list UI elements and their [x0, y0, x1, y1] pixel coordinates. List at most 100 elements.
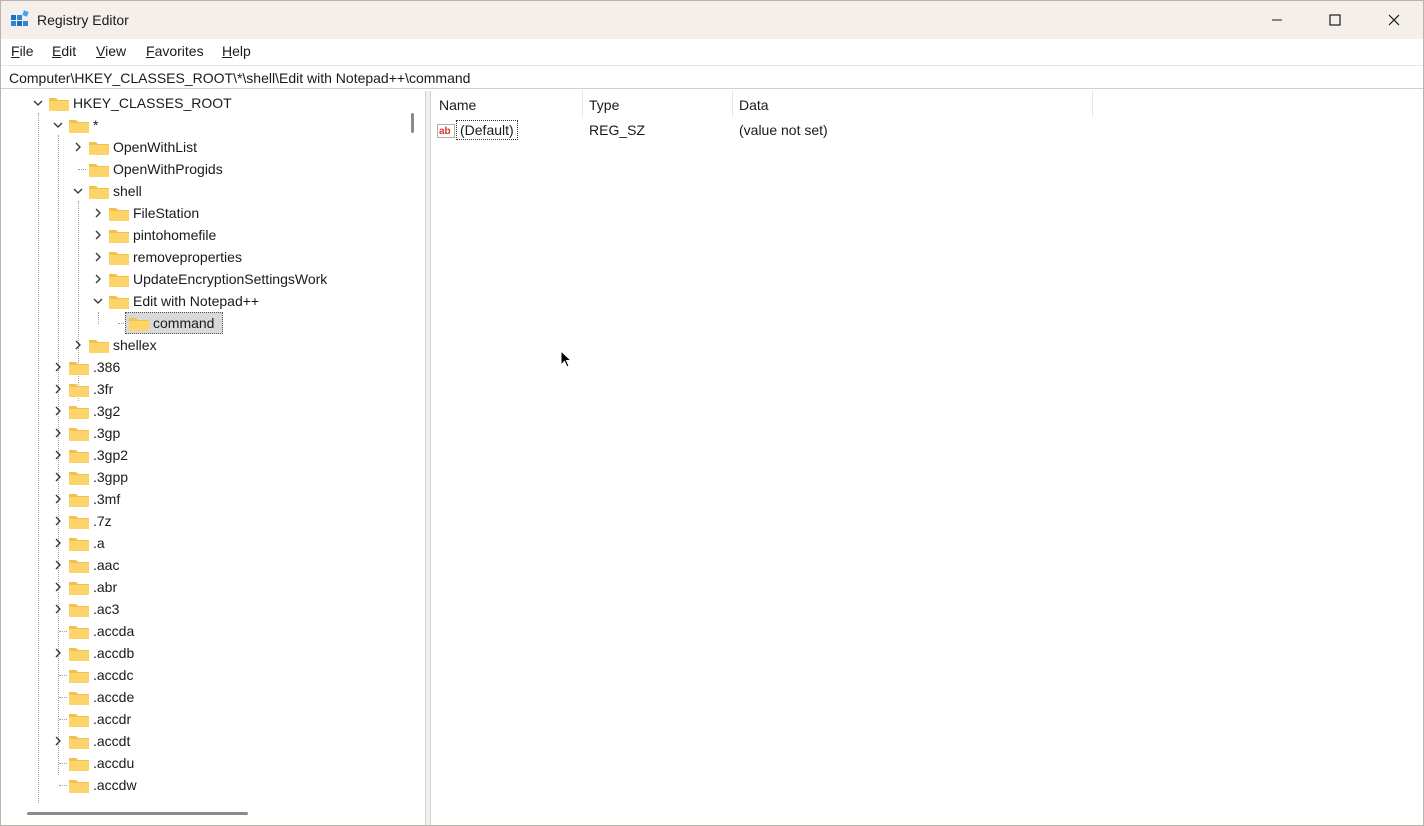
tree-item-label: .accdu	[93, 755, 135, 771]
folder-icon	[69, 450, 89, 463]
column-header-type[interactable]: Type	[582, 91, 733, 117]
chevron-right-icon[interactable]	[52, 427, 64, 439]
folder-icon	[69, 692, 89, 705]
tree-item-label: .3gp	[93, 425, 121, 441]
chevron-right-icon[interactable]	[52, 581, 64, 593]
tree-item-label: .7z	[93, 513, 112, 529]
tree-guide-line	[98, 312, 99, 324]
tree-item-label: .3fr	[93, 381, 114, 397]
folder-icon	[69, 362, 89, 375]
chevron-right-icon[interactable]	[52, 647, 64, 659]
column-header-data[interactable]: Data	[732, 91, 1093, 117]
tree-guide-line	[38, 113, 39, 803]
chevron-right-icon[interactable]	[52, 493, 64, 505]
menu-edit[interactable]: Edit	[52, 43, 76, 59]
tree-item-label: Edit with Notepad++	[133, 293, 260, 309]
column-header-name[interactable]: Name	[432, 91, 583, 117]
folder-icon	[69, 120, 89, 133]
folder-icon	[109, 230, 129, 243]
tree-item-label: UpdateEncryptionSettingsWork	[133, 271, 328, 287]
folder-icon	[69, 560, 89, 573]
close-icon	[1388, 14, 1400, 26]
tree-guide-line	[59, 785, 67, 786]
folder-icon	[69, 758, 89, 771]
svg-text:ab: ab	[439, 126, 451, 137]
chevron-down-icon[interactable]	[32, 97, 44, 109]
tree-item-label: .ac3	[93, 601, 120, 617]
chevron-right-icon[interactable]	[92, 251, 104, 263]
folder-icon	[89, 340, 109, 353]
folder-icon	[89, 164, 109, 177]
values-pane[interactable]: Name Type Data ab (Default) REG_SZ (valu…	[432, 91, 1422, 825]
folder-icon	[89, 142, 109, 155]
folder-icon	[69, 428, 89, 441]
tree-horizontal-scrollbar[interactable]	[3, 804, 405, 822]
value-type: REG_SZ	[589, 122, 646, 138]
tree-item-label: .3gpp	[93, 469, 129, 485]
address-path[interactable]: Computer\HKEY_CLASSES_ROOT\*\shell\Edit …	[9, 70, 470, 86]
tree-item-label: pintohomefile	[133, 227, 217, 243]
tree-item-label: *	[93, 117, 99, 133]
chevron-right-icon[interactable]	[52, 383, 64, 395]
folder-icon	[69, 648, 89, 661]
folder-icon	[69, 780, 89, 793]
tree-guide-line	[59, 675, 67, 676]
tree-item-label: .abr	[93, 579, 118, 595]
chevron-right-icon[interactable]	[52, 735, 64, 747]
scrollbar-thumb[interactable]	[27, 812, 248, 815]
pane-splitter[interactable]	[425, 91, 431, 825]
maximize-button[interactable]	[1306, 1, 1364, 39]
menu-help[interactable]: Help	[222, 43, 251, 59]
folder-icon	[109, 252, 129, 265]
folder-icon	[69, 472, 89, 485]
chevron-right-icon[interactable]	[52, 559, 64, 571]
chevron-right-icon[interactable]	[52, 449, 64, 461]
address-bar[interactable]: Computer\HKEY_CLASSES_ROOT\*\shell\Edit …	[1, 65, 1423, 89]
value-row[interactable]: ab (Default) REG_SZ (value not set)	[432, 119, 1132, 143]
tree-item-label: removeproperties	[133, 249, 242, 265]
tree-item-label: .a	[93, 535, 105, 551]
tree-item-label: OpenWithProgids	[113, 161, 223, 177]
folder-open-icon	[129, 318, 149, 331]
folder-icon	[109, 274, 129, 287]
chevron-down-icon[interactable]	[72, 185, 84, 197]
folder-icon	[69, 626, 89, 639]
chevron-right-icon[interactable]	[72, 141, 84, 153]
chevron-right-icon[interactable]	[92, 229, 104, 241]
folder-icon	[69, 582, 89, 595]
menu-favorites[interactable]: Favorites	[146, 43, 204, 59]
folder-icon	[89, 186, 109, 199]
folder-icon	[69, 736, 89, 749]
folder-icon	[69, 604, 89, 617]
tree-item-label: .accde	[93, 689, 135, 705]
chevron-right-icon[interactable]	[52, 537, 64, 549]
folder-icon	[69, 538, 89, 551]
tree-item-label: shell	[113, 183, 142, 199]
key-tree-pane[interactable]: HKEY_CLASSES_ROOT * OpenWithList OpenWit…	[3, 91, 405, 804]
minimize-icon	[1272, 19, 1282, 21]
close-button[interactable]	[1365, 1, 1423, 39]
chevron-right-icon[interactable]	[92, 273, 104, 285]
tree-item-label: .386	[93, 359, 121, 375]
minimize-button[interactable]	[1248, 1, 1306, 39]
chevron-right-icon[interactable]	[52, 405, 64, 417]
tree-guide-line	[78, 169, 86, 170]
chevron-right-icon[interactable]	[52, 603, 64, 615]
chevron-down-icon[interactable]	[92, 295, 104, 307]
chevron-right-icon[interactable]	[72, 339, 84, 351]
chevron-right-icon[interactable]	[92, 207, 104, 219]
maximize-icon	[1329, 14, 1341, 26]
chevron-down-icon[interactable]	[52, 119, 64, 131]
chevron-right-icon[interactable]	[52, 471, 64, 483]
tree-item-label: OpenWithList	[113, 139, 198, 155]
tree-vertical-scrollbar[interactable]	[411, 113, 414, 133]
tree-item-label: .3gp2	[93, 447, 129, 463]
window-title: Registry Editor	[37, 12, 129, 28]
menu-view[interactable]: View	[96, 43, 126, 59]
menu-file[interactable]: File	[11, 43, 34, 59]
chevron-right-icon[interactable]	[52, 515, 64, 527]
value-name[interactable]: (Default)	[456, 120, 518, 140]
column-header-label: Data	[739, 97, 769, 113]
title-bar[interactable]: Registry Editor	[1, 1, 1423, 39]
chevron-right-icon[interactable]	[52, 361, 64, 373]
